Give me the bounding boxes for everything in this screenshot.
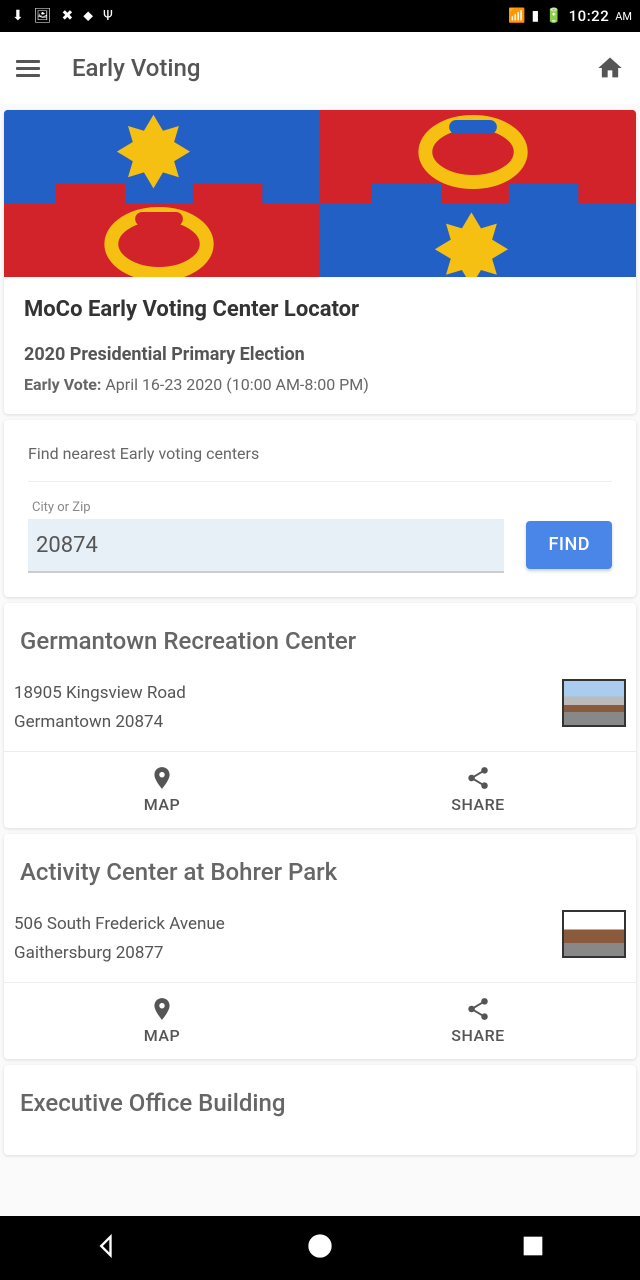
map-button[interactable]: MAP [4, 983, 320, 1059]
home-nav-button[interactable] [306, 1232, 334, 1264]
map-pin-icon [149, 996, 175, 1022]
home-button[interactable] [596, 54, 624, 82]
usb-icon: Ψ [103, 8, 113, 24]
result-title: Activity Center at Bohrer Park [4, 852, 636, 904]
status-left-icons: ⬇ 🖼 ✖ ⬥ Ψ [8, 8, 113, 24]
share-button[interactable]: SHARE [320, 752, 636, 828]
zip-input-label: City or Zip [32, 500, 508, 515]
share-button[interactable]: SHARE [320, 983, 636, 1059]
search-prompt: Find nearest Early voting centers [28, 444, 612, 463]
menu-button[interactable] [16, 56, 40, 80]
signal-icon: ▮ [532, 8, 540, 24]
download-icon: ⬇ [12, 8, 24, 24]
bug-icon: ⬥ [83, 8, 93, 24]
share-icon [465, 765, 491, 791]
result-title: Executive Office Building [4, 1083, 636, 1135]
location-thumbnail[interactable] [562, 679, 626, 727]
app-bar: Early Voting [0, 32, 640, 104]
address-line-2: Germantown 20874 [14, 708, 562, 737]
map-label: MAP [144, 1026, 180, 1045]
locator-subtitle: 2020 Presidential Primary Election [24, 344, 616, 365]
find-button[interactable]: FIND [526, 521, 612, 569]
address-line-1: 506 South Frederick Avenue [14, 910, 562, 939]
back-button[interactable] [93, 1232, 121, 1264]
main-content[interactable]: MoCo Early Voting Center Locator 2020 Pr… [0, 104, 640, 1216]
status-time: 10:22 [569, 7, 610, 25]
file-icon: ✖ [62, 8, 74, 24]
map-pin-icon [149, 765, 175, 791]
schedule-value: April 16-23 2020 (10:00 AM-8:00 PM) [105, 375, 368, 394]
map-label: MAP [144, 795, 180, 814]
address-line-2: Gaithersburg 20877 [14, 939, 562, 968]
search-card: Find nearest Early voting centers City o… [4, 420, 636, 597]
share-icon [465, 996, 491, 1022]
status-ampm: AM [615, 10, 632, 23]
locator-title: MoCo Early Voting Center Locator [24, 297, 616, 322]
wifi-icon: 📶 [508, 8, 525, 24]
result-address: 18905 Kingsview Road Germantown 20874 [14, 679, 562, 737]
map-button[interactable]: MAP [4, 752, 320, 828]
result-title: Germantown Recreation Center [4, 621, 636, 673]
result-card: Germantown Recreation Center 18905 Kings… [4, 603, 636, 828]
county-flag-banner [4, 110, 636, 277]
battery-icon: 🔋 [545, 8, 562, 24]
locator-schedule: Early Vote: April 16-23 2020 (10:00 AM-8… [24, 375, 616, 394]
result-card: Activity Center at Bohrer Park 506 South… [4, 834, 636, 1059]
result-address: 506 South Frederick Avenue Gaithersburg … [14, 910, 562, 968]
share-label: SHARE [451, 795, 504, 814]
location-thumbnail[interactable] [562, 910, 626, 958]
result-card: Executive Office Building [4, 1065, 636, 1155]
recents-button[interactable] [519, 1232, 547, 1264]
zip-input[interactable] [28, 519, 504, 573]
image-icon: 🖼 [34, 8, 52, 24]
android-status-bar: ⬇ 🖼 ✖ ⬥ Ψ 📶 ▮ 🔋 10:22 AM [0, 0, 640, 32]
android-nav-bar [0, 1216, 640, 1280]
status-right-icons: 📶 ▮ 🔋 10:22 AM [508, 7, 632, 25]
address-line-1: 18905 Kingsview Road [14, 679, 562, 708]
share-label: SHARE [451, 1026, 504, 1045]
schedule-label: Early Vote: [24, 375, 101, 394]
locator-header-card: MoCo Early Voting Center Locator 2020 Pr… [4, 110, 636, 414]
app-title: Early Voting [72, 54, 596, 82]
